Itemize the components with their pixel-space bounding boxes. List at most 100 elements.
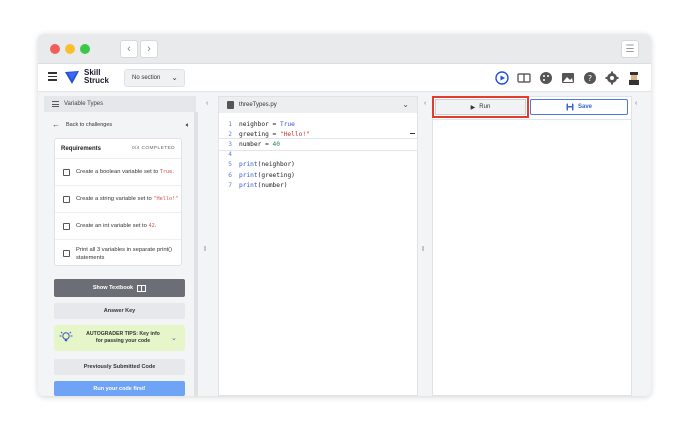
answer-key-button[interactable]: Answer Key bbox=[54, 303, 185, 319]
back-to-challenges-link[interactable]: ← Back to challenges bbox=[52, 120, 112, 129]
back-icon[interactable]: ‹ bbox=[120, 40, 138, 58]
help-icon[interactable]: ? bbox=[581, 69, 599, 87]
requirement-text: Create an int variable set to 42. bbox=[76, 222, 156, 230]
line-number: 4 bbox=[228, 151, 232, 159]
code-token: 40 bbox=[272, 140, 280, 148]
answer-key-label: Answer Key bbox=[103, 308, 136, 314]
text-cursor bbox=[410, 133, 415, 135]
book-icon[interactable] bbox=[515, 69, 533, 87]
run-button[interactable]: ▶ Run bbox=[435, 99, 526, 115]
requirements-card: Requirements 0/4 COMPLETED Create a bool… bbox=[54, 138, 182, 266]
requirement-text: Print all 3 variables in separate print(… bbox=[76, 246, 173, 261]
previously-submitted-button[interactable]: Previously Submitted Code bbox=[54, 359, 185, 375]
menu-icon[interactable]: ☰ bbox=[621, 40, 639, 58]
close-window-button[interactable] bbox=[50, 44, 60, 54]
toolbar-icons: ? bbox=[493, 69, 643, 87]
code-token: print bbox=[239, 171, 258, 179]
run-first-button[interactable]: Run your code first! bbox=[54, 381, 185, 396]
requirement-item[interactable]: Create a string variable set to "Hello!" bbox=[55, 186, 181, 213]
code-token: number = bbox=[239, 140, 273, 148]
run-label: Run bbox=[479, 104, 491, 110]
code-line[interactable]: 5 print(neighbor) bbox=[219, 160, 417, 170]
code-token: greeting = bbox=[239, 130, 280, 138]
skillstruck-logo-icon bbox=[65, 71, 79, 84]
code-text: neighbor = True bbox=[239, 121, 295, 128]
output-panel: ▶ Run Save bbox=[432, 96, 632, 396]
image-icon[interactable] bbox=[559, 69, 577, 87]
requirement-text-main: Create a boolean variable set to bbox=[76, 169, 160, 175]
speaker-icon[interactable]: 🔈︎ bbox=[186, 122, 190, 130]
requirement-text: Create a boolean variable set to True. bbox=[76, 168, 174, 176]
line-number: 3 bbox=[228, 140, 232, 148]
requirement-item[interactable]: Create an int variable set to 42. bbox=[55, 213, 181, 240]
chevron-down-icon: ⌄ bbox=[171, 73, 178, 82]
code-text: print(neighbor) bbox=[239, 161, 295, 168]
code-token: True bbox=[279, 120, 295, 128]
book-icon bbox=[137, 284, 147, 292]
minimize-window-button[interactable] bbox=[65, 44, 75, 54]
line-number: 1 bbox=[228, 120, 232, 128]
code-line[interactable]: 3 number = 40 bbox=[218, 138, 418, 151]
code-text: number = 40 bbox=[239, 141, 280, 148]
collapse-left-icon[interactable]: ‹ bbox=[206, 100, 208, 107]
code-lines[interactable]: 1 neighbor = True 2 greeting = "Hello!" 3 num… bbox=[218, 119, 418, 190]
code-token: print bbox=[239, 161, 258, 169]
app-header: Skill Struck No section ⌄ ? bbox=[38, 64, 651, 92]
collapse-right-icon[interactable]: ‹ bbox=[635, 100, 637, 107]
arrow-left-icon: ← bbox=[52, 120, 60, 129]
run-circle-icon[interactable] bbox=[493, 69, 511, 87]
requirements-header: Requirements 0/4 COMPLETED bbox=[55, 139, 181, 159]
requirement-checkbox[interactable] bbox=[63, 195, 70, 203]
previously-submitted-label: Previously Submitted Code bbox=[83, 364, 156, 370]
panel-header: Variable Types bbox=[44, 96, 196, 112]
file-tab[interactable]: threeTypes.py ⌄ bbox=[219, 97, 417, 113]
code-line[interactable]: 4 bbox=[219, 150, 417, 160]
requirement-checkbox[interactable] bbox=[63, 250, 70, 257]
code-line[interactable]: 1 neighbor = True bbox=[219, 119, 417, 129]
chevron-down-icon[interactable]: ⌄ bbox=[402, 100, 409, 109]
play-icon: ▶ bbox=[470, 104, 476, 111]
svg-text:?: ? bbox=[588, 74, 592, 83]
show-textbook-button[interactable]: Show Textbook bbox=[54, 279, 185, 297]
show-textbook-label: Show Textbook bbox=[92, 285, 134, 291]
panel-resize-handle[interactable]: |:| bbox=[204, 246, 206, 252]
code-text: print(number) bbox=[239, 182, 287, 189]
code-editor[interactable]: threeTypes.py ⌄ 1 neighbor = True 2 greetin… bbox=[218, 96, 418, 396]
line-number: 7 bbox=[228, 181, 232, 189]
chevron-down-icon: ⌄ bbox=[171, 335, 177, 342]
requirement-checkbox[interactable] bbox=[63, 222, 70, 230]
requirements-title: Requirements bbox=[61, 145, 102, 152]
requirement-checkbox[interactable] bbox=[63, 168, 70, 176]
code-text: print(greeting) bbox=[239, 172, 295, 179]
palette-icon[interactable] bbox=[537, 69, 555, 87]
hamburger-menu-icon[interactable] bbox=[48, 72, 57, 81]
title-bar: ‹ › ☰ bbox=[38, 34, 651, 64]
panel-scrollbar[interactable] bbox=[194, 112, 198, 396]
gear-icon[interactable] bbox=[603, 69, 621, 87]
code-line[interactable]: 2 greeting = "Hello!" bbox=[219, 129, 417, 139]
code-text: greeting = "Hello!" bbox=[239, 131, 310, 138]
tips-line-2: for passing your code bbox=[95, 338, 151, 344]
avatar[interactable] bbox=[625, 69, 643, 87]
forward-icon[interactable]: › bbox=[140, 40, 158, 58]
panel-resize-handle[interactable]: |:| bbox=[422, 246, 424, 252]
save-icon bbox=[566, 103, 574, 111]
lightbulb-icon bbox=[59, 331, 79, 345]
requirement-code: "Hello!" bbox=[153, 196, 179, 202]
maximize-window-button[interactable] bbox=[80, 44, 90, 54]
requirement-item[interactable]: Print all 3 variables in separate print(… bbox=[55, 240, 181, 267]
collapse-middle-icon[interactable]: ‹ bbox=[424, 100, 426, 107]
autograder-tips-panel[interactable]: AUTOGRADER TIPS: Key info for passing yo… bbox=[54, 325, 185, 351]
autograder-tips-text: AUTOGRADER TIPS: Key info for passing yo… bbox=[79, 331, 167, 345]
save-label: Save bbox=[577, 104, 592, 110]
section-select[interactable]: No section ⌄ bbox=[124, 69, 185, 87]
code-line[interactable]: 6 print(greeting) bbox=[219, 170, 417, 180]
requirement-tail: . bbox=[154, 223, 157, 229]
requirement-item[interactable]: Create a boolean variable set to True. bbox=[55, 159, 181, 186]
requirement-tail: . bbox=[172, 169, 174, 175]
code-line[interactable]: 7 print(number) bbox=[219, 180, 417, 190]
save-button[interactable]: Save bbox=[530, 99, 628, 115]
requirement-text: Create a string variable set to "Hello!" bbox=[76, 195, 178, 203]
run-first-label: Run your code first! bbox=[93, 385, 146, 392]
output-console[interactable] bbox=[433, 119, 631, 395]
